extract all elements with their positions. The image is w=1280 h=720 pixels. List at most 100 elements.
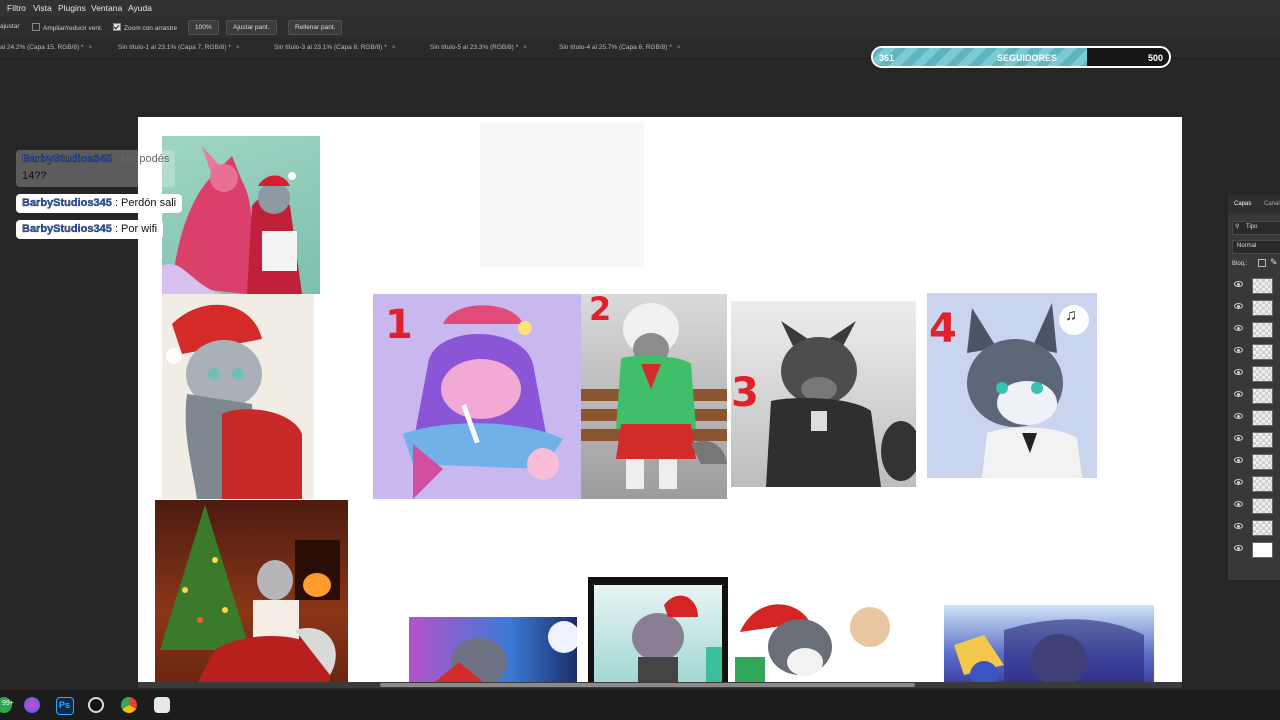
layer-row[interactable] [1228, 297, 1280, 319]
layer-row[interactable] [1228, 429, 1280, 451]
eye-icon[interactable] [1234, 391, 1243, 397]
brush-lock-icon[interactable]: ✎ [1270, 257, 1278, 268]
follower-count: 361 [879, 53, 895, 63]
taskbar: 99+ Ps [0, 690, 1280, 720]
document-canvas[interactable]: 1 2 3 ♫ 4 [138, 117, 1182, 687]
layers-panel: Capas Canal ⚲ Tipo Normal Bloq.: ✎ [1227, 195, 1280, 580]
layer-row[interactable] [1228, 539, 1280, 561]
chat-message: BarbyStudios345 : Perdón sali [16, 194, 183, 213]
layer-row[interactable] [1228, 407, 1280, 429]
tab-channels[interactable]: Canal [1264, 201, 1280, 207]
eye-icon[interactable] [1234, 457, 1243, 463]
eye-icon[interactable] [1234, 435, 1243, 441]
chat-message: BarbyStudios345 : Me podés 14?? [16, 150, 176, 187]
tab-layers[interactable]: Capas [1234, 201, 1251, 207]
layer-thumbnail [1252, 366, 1273, 382]
eye-icon[interactable] [1234, 545, 1243, 551]
chat-username: BarbyStudios345 [22, 197, 112, 209]
horizontal-scrollbar[interactable] [138, 682, 1182, 688]
layer-thumbnail [1252, 410, 1273, 426]
chat-text: : Perdón sali [114, 197, 177, 209]
artwork-image [162, 136, 320, 294]
checkbox-icon[interactable] [32, 23, 40, 31]
layer-thumbnail [1252, 454, 1273, 470]
artwork-number-4: 4 [929, 306, 957, 352]
dragon-wolf-illustration [162, 146, 302, 294]
close-icon[interactable]: × [523, 44, 527, 51]
eye-icon[interactable] [1234, 369, 1243, 375]
fit-screen-button[interactable]: Ajustar pant. [226, 20, 277, 35]
layer-row[interactable] [1228, 363, 1280, 385]
document-tab[interactable]: Sin título-1 al 23.1% (Capa 7, RGB/8) * × [118, 44, 240, 51]
adjust-label: ajustar [0, 23, 20, 30]
menu-plugins[interactable]: Plugins [58, 3, 86, 13]
chrome-icon[interactable] [121, 697, 137, 713]
close-icon[interactable]: × [88, 44, 92, 51]
browser-icon[interactable] [24, 697, 40, 713]
layer-row[interactable] [1228, 319, 1280, 341]
lock-transparency-icon[interactable] [1258, 259, 1266, 267]
menu-window[interactable]: Ventana [91, 3, 122, 13]
filter-label: Tipo [1246, 224, 1258, 230]
document-tab[interactable]: Sin título-5 al 23.3% (RGB/8) * × [430, 44, 527, 51]
document-tab-active[interactable]: Sin título-4 al 25.7% (Capa 6, RGB/8) * × [559, 44, 681, 51]
menu-bar: Filtro Vista Plugins Ventana Ayuda [0, 0, 1280, 16]
chat-username: BarbyStudios345 [22, 153, 112, 165]
layer-row[interactable] [1228, 451, 1280, 473]
blend-mode-select[interactable]: Normal [1232, 240, 1280, 254]
artwork-number-2: 2 [589, 290, 612, 328]
close-icon[interactable]: × [392, 44, 396, 51]
eye-icon[interactable] [1234, 325, 1243, 331]
document-tab[interactable]: al 24.2% (Capa 15, RGB/8) * × [0, 44, 92, 51]
artwork-number-1: 1 [385, 302, 413, 348]
menu-view[interactable]: Vista [33, 3, 52, 13]
zoom-value-button[interactable]: 100% [188, 20, 219, 35]
layer-row[interactable] [1228, 275, 1280, 297]
eye-icon[interactable] [1234, 501, 1243, 507]
eye-icon[interactable] [1234, 479, 1243, 485]
follower-label: SEGUIDORES [997, 53, 1058, 63]
eye-icon[interactable] [1234, 523, 1243, 529]
layer-row[interactable] [1228, 495, 1280, 517]
scrollbar-thumb[interactable] [380, 683, 915, 687]
music-note-icon: ♫ [1065, 307, 1077, 324]
checkbox-checked-icon[interactable] [113, 23, 121, 31]
layer-thumbnail [1252, 344, 1273, 360]
layer-row[interactable] [1228, 473, 1280, 495]
close-icon[interactable]: × [677, 44, 681, 51]
chat-username: BarbyStudios345 [22, 223, 112, 235]
menu-help[interactable]: Ayuda [128, 3, 152, 13]
layer-thumbnail [1252, 498, 1273, 514]
resize-windows-option[interactable]: Ampliar/reducir vent. [32, 23, 103, 32]
follower-goal: 500 [1147, 53, 1163, 63]
panel-header: Capas Canal [1228, 195, 1280, 213]
eye-icon[interactable] [1234, 413, 1243, 419]
search-icon: ⚲ [1235, 224, 1240, 230]
chat-text: : Me podés [114, 153, 170, 165]
eye-icon[interactable] [1234, 303, 1243, 309]
layer-filter-field[interactable]: ⚲ Tipo [1232, 221, 1280, 235]
layer-row[interactable] [1228, 517, 1280, 539]
layer-row[interactable] [1228, 341, 1280, 363]
layer-thumbnail [1252, 278, 1273, 294]
artwork-image [155, 500, 348, 687]
options-bar: ajustar Ampliar/reducir vent. Zoom con a… [0, 16, 1280, 38]
menu-filter[interactable]: Filtro [7, 3, 26, 13]
layer-thumbnail [1252, 542, 1273, 558]
chat-text: : Por wifi [114, 223, 158, 235]
notification-badge: 99+ [2, 700, 14, 707]
eye-icon[interactable] [1234, 347, 1243, 353]
fill-screen-button[interactable]: Rellenar pant. [288, 20, 343, 35]
obs-icon[interactable] [88, 697, 104, 713]
document-tab[interactable]: Sin título-3 al 23.1% (Capa 8, RGB/8) * × [274, 44, 396, 51]
artwork-image [588, 577, 728, 687]
scrubby-zoom-option[interactable]: Zoom con arrastre [113, 23, 177, 32]
photoshop-icon[interactable]: Ps [56, 697, 74, 715]
artwork-number-3: 3 [731, 370, 759, 416]
eye-icon[interactable] [1234, 281, 1243, 287]
app-icon[interactable] [154, 697, 170, 713]
close-icon[interactable]: × [236, 44, 240, 51]
layer-thumbnail [1252, 520, 1273, 536]
artwork-image [735, 592, 905, 687]
layer-row[interactable] [1228, 385, 1280, 407]
